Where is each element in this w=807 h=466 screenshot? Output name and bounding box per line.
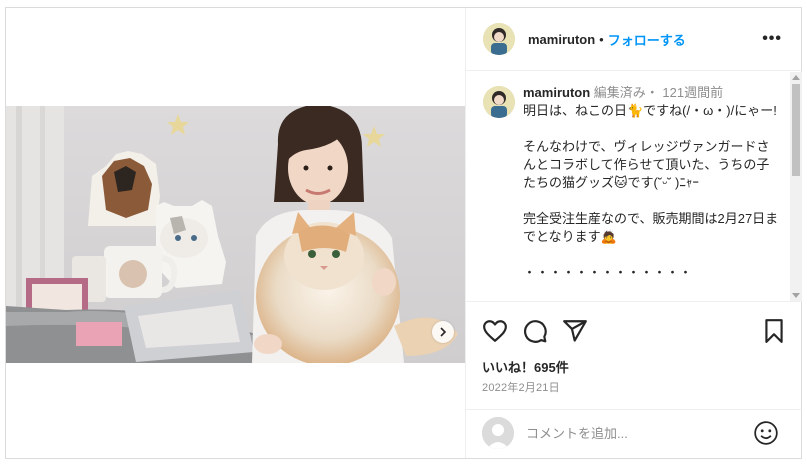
smiley-icon[interactable] <box>753 420 779 446</box>
comments-scrollbar[interactable] <box>790 72 802 301</box>
avatar-illustration <box>483 23 515 55</box>
author-avatar[interactable] <box>483 23 515 55</box>
caption-paragraph: 明日は、ねこの日🐈ですね(/・ω・)/にゃー! <box>523 103 777 118</box>
bookmark-icon[interactable] <box>761 318 787 344</box>
likes-count[interactable]: いいね！695件 <box>482 357 569 376</box>
post-media <box>6 8 465 458</box>
post-date[interactable]: 2022年2月21日 <box>482 379 560 395</box>
current-user-avatar <box>482 417 514 449</box>
post-photo[interactable] <box>6 106 465 363</box>
next-slide-button[interactable] <box>432 321 454 343</box>
add-comment-bar <box>466 409 802 458</box>
caption-paragraph: 完全受注生産なので、販売期間は2月27日までとなります🙇 <box>523 211 779 244</box>
follow-button[interactable]: フォローする <box>608 30 686 49</box>
avatar-illustration <box>483 86 515 118</box>
caption-paragraph: そんなわけで、ヴィレッジヴァンガードさんとコラボして作らせて頂いた、うちの子たち… <box>523 139 770 190</box>
more-options-icon[interactable]: ••• <box>762 30 782 48</box>
caption-username[interactable]: mamiruton <box>523 85 590 100</box>
action-bar: いいね！695件 2022年2月21日 <box>466 301 802 409</box>
post-dialog: mamiruton • フォローする ••• mamiruton 編集済み・ 1… <box>5 7 802 459</box>
scroll-up-arrow-icon[interactable] <box>792 75 800 80</box>
paper-plane-icon[interactable] <box>562 318 588 344</box>
heart-icon[interactable] <box>482 318 508 344</box>
comments-area[interactable]: mamiruton 編集済み・ 121週間前 明日は、ねこの日🐈ですね(/・ω・… <box>466 72 802 301</box>
photo-illustration <box>6 106 465 363</box>
caption-avatar[interactable] <box>483 86 515 118</box>
author-username[interactable]: mamiruton <box>528 32 595 47</box>
comment-bubble-icon[interactable] <box>522 318 548 344</box>
scroll-down-arrow-icon[interactable] <box>792 293 800 298</box>
post-header: mamiruton • フォローする ••• <box>466 8 802 71</box>
comment-input[interactable] <box>526 420 746 446</box>
scrollbar-thumb[interactable] <box>792 84 800 176</box>
post-sidebar: mamiruton • フォローする ••• mamiruton 編集済み・ 1… <box>465 8 802 458</box>
default-avatar-icon <box>482 417 514 449</box>
caption-meta: 編集済み・ 121週間前 <box>593 85 724 100</box>
caption-text: mamiruton 編集済み・ 121週間前 明日は、ねこの日🐈ですね(/・ω・… <box>523 84 781 300</box>
chevron-right-icon <box>440 327 447 337</box>
separator-dot: • <box>599 31 604 47</box>
caption-paragraph: ・・・・・・・・・・・・・ <box>523 265 693 280</box>
